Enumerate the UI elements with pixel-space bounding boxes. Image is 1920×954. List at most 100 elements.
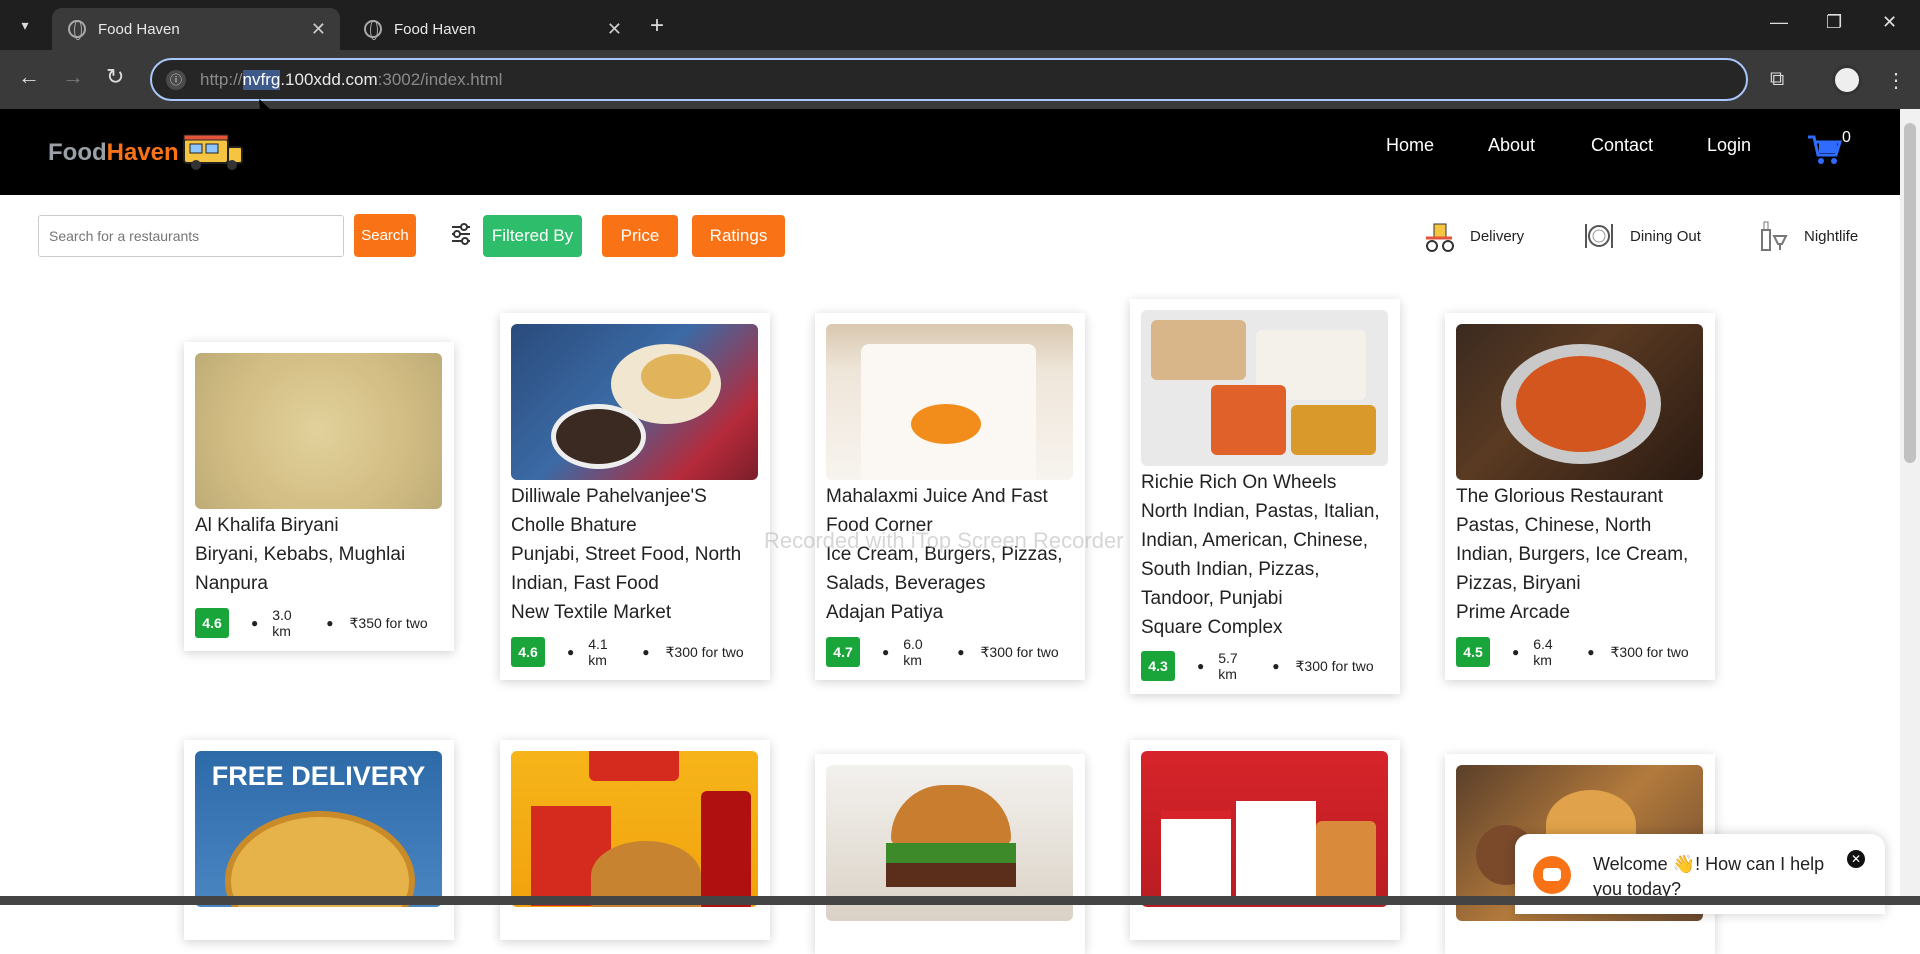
cart-icon[interactable] — [1806, 133, 1842, 167]
dining-icon — [1585, 224, 1613, 248]
restaurant-card[interactable] — [815, 754, 1085, 954]
tab-search-icon[interactable]: ▾ — [10, 12, 40, 38]
category-dining-out[interactable]: Dining Out — [1582, 218, 1701, 254]
logo-food: Food — [48, 139, 107, 166]
close-chat-icon[interactable]: ✕ — [1847, 850, 1865, 868]
minimize-icon[interactable]: — — [1770, 12, 1788, 33]
restaurant-card[interactable]: The Glorious Restaurant Pastas, Chinese,… — [1445, 313, 1715, 680]
url-selected-text: nvfrg — [242, 69, 281, 90]
sliders-icon[interactable] — [450, 222, 472, 246]
rating-badge: 4.6 — [195, 608, 229, 638]
category-delivery[interactable]: Delivery — [1422, 218, 1524, 254]
new-tab-icon[interactable]: + — [650, 12, 664, 40]
restaurant-card[interactable]: Dilliwale Pahelvanjee'S Cholle Bhature P… — [500, 313, 770, 680]
reload-icon[interactable]: ↻ — [106, 64, 124, 90]
url-path: :3002/index.html — [377, 69, 503, 89]
price-for-two: ₹300 for two — [980, 643, 1059, 660]
separator-dot: ● — [251, 616, 259, 630]
distance: 6.0 km — [903, 636, 923, 668]
browser-tab-bar: ▾ Food Haven ✕ Food Haven ✕ + — ❐ ✕ — [0, 0, 1920, 50]
separator-dot: ● — [1587, 645, 1595, 659]
separator-dot: ● — [567, 645, 575, 659]
price-for-two: ₹350 for two — [349, 614, 428, 631]
restaurant-card[interactable]: Mahalaxmi Juice And Fast Food Corner Ice… — [815, 313, 1085, 680]
restaurant-image — [511, 751, 758, 907]
site-info-icon[interactable]: ⓘ — [166, 69, 186, 90]
cart-count: 0 — [1842, 129, 1851, 146]
restaurant-card[interactable]: Al Khalifa Biryani Biryani, Kebabs, Mugh… — [184, 342, 454, 651]
nightlife-icon — [1761, 221, 1788, 251]
price-button[interactable]: Price — [602, 215, 678, 257]
distance: 4.1 km — [588, 636, 608, 668]
browser-tab-active[interactable]: Food Haven ✕ — [52, 8, 340, 50]
category-label: Nightlife — [1804, 227, 1859, 245]
browser-tab[interactable]: Food Haven ✕ — [348, 8, 636, 50]
restaurant-card[interactable]: FREE DELIVERY — [184, 740, 454, 940]
separator-dot: ● — [882, 645, 890, 659]
separator-dot: ● — [1512, 645, 1520, 659]
restaurant-image — [1456, 324, 1703, 480]
rating-badge: 4.7 — [826, 637, 860, 667]
restaurant-cuisine: Biryani, Kebabs, Mughlai — [195, 544, 406, 565]
restaurant-image — [1141, 310, 1388, 466]
restaurant-image — [511, 324, 758, 480]
chat-welcome-message: Welcome 👋! How can I help you today? — [1593, 854, 1825, 899]
menu-icon[interactable]: ⋮ — [1886, 68, 1906, 93]
page-scrollbar[interactable] — [1900, 109, 1920, 905]
category-nightlife[interactable]: Nightlife — [1756, 218, 1858, 254]
logo-haven: Haven — [106, 139, 179, 166]
separator-dot: ● — [957, 645, 965, 659]
restaurant-name: Mahalaxmi Juice And Fast Food Corner — [826, 486, 1048, 536]
distance: 3.0 km — [272, 607, 292, 639]
restaurant-cuisine: Ice Cream, Burgers, Pizzas, Salads, Beve… — [826, 544, 1063, 594]
restaurant-name: Richie Rich On Wheels — [1141, 472, 1337, 493]
price-for-two: ₹300 for two — [665, 643, 744, 660]
url-host: .100xdd.com — [280, 69, 378, 89]
restaurant-image — [195, 353, 442, 509]
search-button[interactable]: Search — [354, 214, 416, 257]
restaurant-meta: 4.5 ● 6.4 km ● ₹300 for two — [1456, 636, 1704, 668]
restaurant-name: The Glorious Restaurant — [1456, 486, 1663, 507]
profile-avatar[interactable] — [1832, 65, 1862, 95]
rating-badge: 4.3 — [1141, 651, 1175, 681]
close-tab-icon[interactable]: ✕ — [311, 19, 326, 40]
price-for-two: ₹300 for two — [1610, 643, 1689, 660]
filtered-by-button[interactable]: Filtered By — [483, 215, 582, 257]
restaurant-search-input[interactable] — [38, 215, 344, 257]
restaurant-location: Adajan Patiya — [826, 602, 944, 623]
site-logo[interactable]: FoodHaven — [48, 139, 179, 167]
close-tab-icon[interactable]: ✕ — [607, 19, 622, 40]
nav-about[interactable]: About — [1488, 135, 1535, 156]
back-icon[interactable]: ← — [18, 64, 40, 90]
restaurant-location: Square Complex — [1141, 617, 1283, 638]
ratings-button[interactable]: Ratings — [692, 215, 785, 257]
free-delivery-text: FREE DELIVERY — [211, 761, 426, 791]
restaurant-location: Prime Arcade — [1456, 602, 1571, 623]
restaurant-card[interactable] — [1130, 740, 1400, 940]
address-bar[interactable]: ⓘ http://nvfrg .100xdd.com:3002/index.htm… — [150, 58, 1748, 101]
restaurant-card[interactable]: Richie Rich On Wheels North Indian, Past… — [1130, 299, 1400, 694]
restaurant-meta: 4.7 ● 6.0 km ● ₹300 for two — [826, 636, 1074, 668]
tab-title: Food Haven — [98, 20, 180, 38]
nav-home[interactable]: Home — [1386, 135, 1434, 156]
browser-toolbar: ← → ↻ ⓘ http://nvfrg .100xdd.com:3002/ind… — [0, 50, 1920, 109]
rating-badge: 4.5 — [1456, 637, 1490, 667]
forward-icon[interactable]: → — [62, 64, 84, 90]
nav-contact[interactable]: Contact — [1591, 135, 1653, 156]
nav-login[interactable]: Login — [1707, 135, 1751, 156]
separator-dot: ● — [1197, 659, 1205, 673]
extensions-icon[interactable]: ⧉ — [1770, 68, 1784, 91]
restaurant-location: New Textile Market — [511, 602, 672, 623]
close-window-icon[interactable]: ✕ — [1882, 12, 1897, 33]
category-label: Dining Out — [1630, 227, 1701, 245]
scrollbar-thumb[interactable] — [1904, 123, 1916, 463]
restaurant-meta: 4.3 ● 5.7 km ● ₹300 for two — [1141, 650, 1389, 682]
price-for-two: ₹300 for two — [1295, 657, 1374, 674]
restore-icon[interactable]: ❐ — [1826, 12, 1842, 33]
tab-title: Food Haven — [394, 20, 476, 38]
restaurant-card[interactable] — [500, 740, 770, 940]
restaurant-name: Dilliwale Pahelvanjee'S Cholle Bhature — [511, 486, 707, 536]
restaurant-meta: 4.6 ● 4.1 km ● ₹300 for two — [511, 636, 759, 668]
restaurant-location: Nanpura — [195, 573, 268, 594]
rating-badge: 4.6 — [511, 637, 545, 667]
